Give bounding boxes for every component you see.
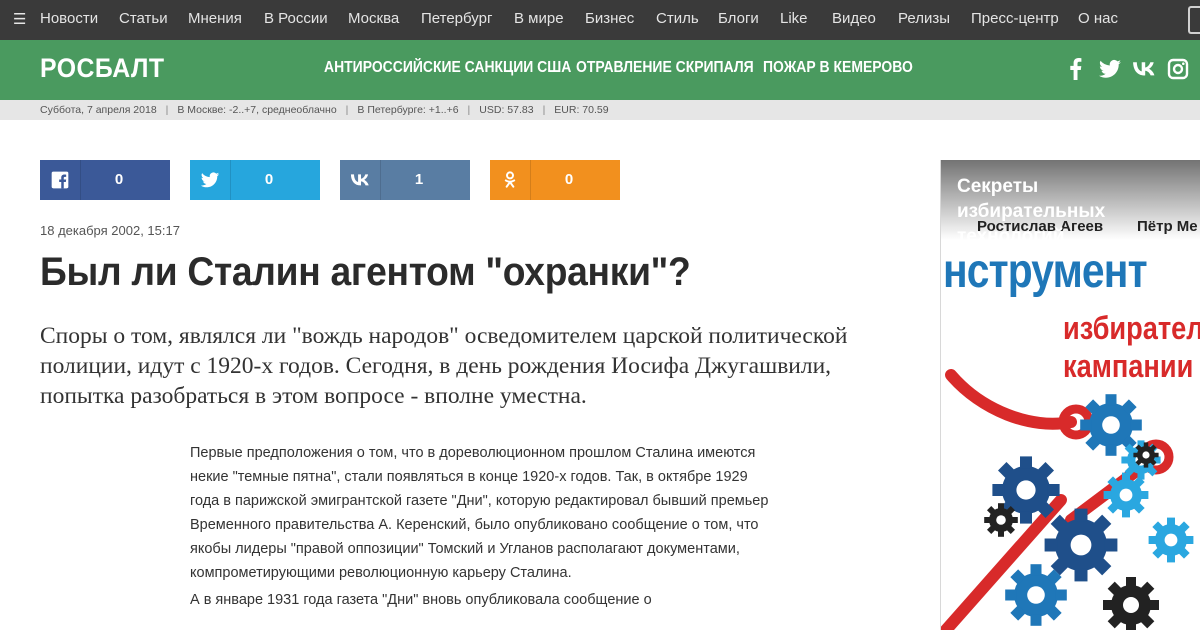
ad-banner[interactable]: Ростислав Агеев Пётр Ме Секреты избирате… bbox=[940, 160, 1200, 630]
hot-link-sanctions[interactable]: АНТИРОССИЙСКИЕ САНКЦИИ США bbox=[324, 59, 571, 77]
hot-link-kemerovo[interactable]: ПОЖАР В КЕМЕРОВО bbox=[763, 59, 913, 77]
share-count: 0 bbox=[264, 171, 274, 188]
nav-item-press-center[interactable]: Пресс-центр bbox=[971, 0, 1059, 40]
nav-item-russia[interactable]: В России bbox=[264, 0, 328, 40]
instagram-icon[interactable] bbox=[1166, 57, 1190, 81]
nav-item-world[interactable]: В мире bbox=[514, 0, 564, 40]
nav-item-about[interactable]: О нас bbox=[1078, 0, 1118, 40]
nav-item-petersburg[interactable]: Петербург bbox=[421, 0, 492, 40]
article-lead: Споры о том, являлся ли "вождь народов" … bbox=[40, 323, 848, 409]
nav-item-articles[interactable]: Статьи bbox=[119, 0, 168, 40]
twitter-icon bbox=[190, 160, 230, 200]
current-date: Суббота, 7 апреля 2018 bbox=[40, 104, 157, 116]
vk-icon[interactable] bbox=[1132, 57, 1156, 81]
share-vk-button[interactable]: 1 bbox=[340, 160, 470, 200]
nav-item-blogs[interactable]: Блоги bbox=[718, 0, 759, 40]
hot-link-skripal[interactable]: ОТРАВЛЕНИЕ СКРИПАЛЯ bbox=[576, 59, 754, 77]
ad-book-subtitle-word: кампании bbox=[1063, 348, 1194, 384]
article-paragraph: А в январе 1931 года газета "Дни" вновь … bbox=[190, 592, 652, 608]
facebook-icon bbox=[40, 160, 80, 200]
site-header: РОСБАЛТ АНТИРОССИЙСКИЕ САНКЦИИ США ОТРАВ… bbox=[0, 40, 1200, 100]
nav-item-releases[interactable]: Релизы bbox=[898, 0, 950, 40]
usd-rate: USD: 57.83 bbox=[479, 104, 534, 116]
share-count: 0 bbox=[114, 171, 124, 188]
nav-item-like[interactable]: Like bbox=[780, 0, 808, 40]
article-paragraph: Первые предположения о том, что в дорево… bbox=[190, 445, 769, 581]
search-toggle-icon[interactable] bbox=[1188, 6, 1200, 34]
article-body: Первые предположения о том, что в дорево… bbox=[190, 441, 780, 615]
nav-item-moscow[interactable]: Москва bbox=[348, 0, 399, 40]
vk-icon bbox=[340, 160, 380, 200]
top-navigation: ☰ Новости Статьи Мнения В России Москва … bbox=[0, 0, 1200, 40]
odnoklassniki-icon bbox=[490, 160, 530, 200]
ad-book-subtitle-word: избирател bbox=[1063, 310, 1200, 346]
share-count: 1 bbox=[414, 171, 424, 188]
menu-icon[interactable]: ☰ bbox=[13, 11, 26, 27]
nav-item-news[interactable]: Новости bbox=[40, 0, 98, 40]
article-title: Был ли Сталин агентом "охранки"? bbox=[40, 250, 691, 294]
weather-moscow: В Москве: -2..+7, среднеоблачно bbox=[177, 104, 337, 116]
nav-item-video[interactable]: Видео bbox=[832, 0, 876, 40]
ad-book-title-word: нструмент bbox=[943, 245, 1148, 298]
nav-item-style[interactable]: Стиль bbox=[656, 0, 699, 40]
article-date: 18 декабря 2002, 15:17 bbox=[40, 223, 180, 238]
nav-item-business[interactable]: Бизнес bbox=[585, 0, 634, 40]
share-twitter-button[interactable]: 0 bbox=[190, 160, 320, 200]
weather-petersburg: В Петербурге: +1..+6 bbox=[357, 104, 459, 116]
share-count: 0 bbox=[564, 171, 574, 188]
site-logo[interactable]: РОСБАЛТ bbox=[40, 53, 164, 84]
share-ok-button[interactable]: 0 bbox=[490, 160, 620, 200]
info-bar: Суббота, 7 апреля 2018 | В Москве: -2..+7,… bbox=[0, 100, 1200, 120]
share-facebook-button[interactable]: 0 bbox=[40, 160, 170, 200]
eur-rate: EUR: 70.59 bbox=[554, 104, 609, 116]
ad-caption: Секреты избирательных технологий bbox=[957, 176, 1106, 247]
twitter-icon[interactable] bbox=[1098, 57, 1122, 81]
nav-item-opinions[interactable]: Мнения bbox=[188, 0, 242, 40]
facebook-icon[interactable] bbox=[1064, 57, 1088, 81]
